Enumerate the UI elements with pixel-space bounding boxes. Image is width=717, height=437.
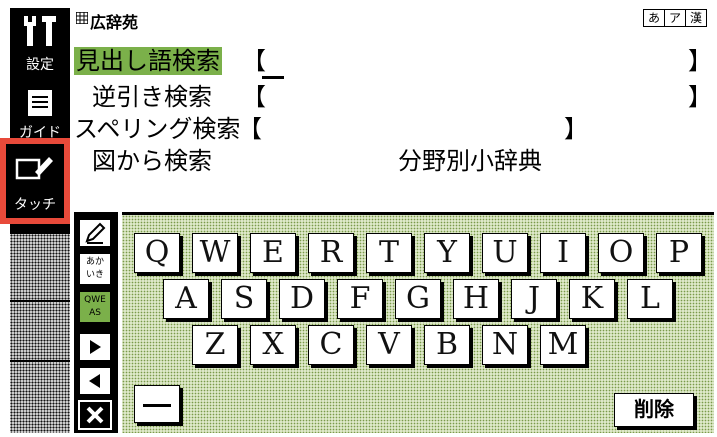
key-m[interactable]: M xyxy=(540,325,586,365)
key-a[interactable]: A xyxy=(163,279,209,319)
sidebar-dither xyxy=(10,234,70,433)
input-bracket-close: 】 xyxy=(564,115,588,143)
key-h[interactable]: H xyxy=(453,279,499,319)
key-i[interactable]: I xyxy=(540,233,586,273)
dictionary-screen: 設定 ガイド タッチ 広辞苑 あ ア 漢 見出し語検索 【 】 逆引き検索 【 … xyxy=(0,0,717,437)
hyphen-bar xyxy=(143,404,171,407)
key-e[interactable]: E xyxy=(250,233,296,273)
reverse-search-label: 逆引き検索 xyxy=(92,83,212,111)
tools-icon xyxy=(24,16,56,46)
close-keyboard-button[interactable] xyxy=(78,400,112,430)
input-bracket-close: 】 xyxy=(688,47,712,75)
headword-search-label: 見出し語検索 xyxy=(74,47,222,75)
input-mode-switch[interactable]: あ ア 漢 xyxy=(643,9,712,27)
menu-item-field-dictionary[interactable]: 分野別小辞典 xyxy=(398,144,542,178)
key-l[interactable]: L xyxy=(627,279,673,319)
key-k[interactable]: K xyxy=(569,279,615,319)
key-s[interactable]: S xyxy=(221,279,267,319)
cursor-right-button[interactable] xyxy=(78,332,112,362)
key-d[interactable]: D xyxy=(279,279,325,319)
document-icon xyxy=(28,90,52,116)
touch-button-inner: タッチ xyxy=(6,144,64,218)
kana-keyboard-label: あかいき xyxy=(85,257,104,280)
input-bracket-open: 【 xyxy=(242,83,266,111)
key-y[interactable]: Y xyxy=(424,233,470,273)
key-t[interactable]: T xyxy=(366,233,412,273)
triangle-left-icon xyxy=(89,374,100,388)
key-v[interactable]: V xyxy=(366,325,412,365)
spelling-search-label: スペリング検索 xyxy=(74,115,241,143)
qwerty-keyboard-label: QWEAS xyxy=(84,295,106,318)
key-z[interactable]: Z xyxy=(192,325,238,365)
input-bracket-open: 【 xyxy=(238,115,262,143)
kanji-mode[interactable]: 漢 xyxy=(685,9,707,27)
key-b[interactable]: B xyxy=(424,325,470,365)
cursor-left-button[interactable] xyxy=(78,366,112,396)
qwerty-keyboard: QWERTYUIOP ASDFGHJKL ZXCVBNM 削除 xyxy=(122,212,714,433)
key-n[interactable]: N xyxy=(482,325,528,365)
key-q[interactable]: Q xyxy=(134,233,180,273)
input-bracket-close: 】 xyxy=(688,83,712,111)
key-j[interactable]: J xyxy=(511,279,557,319)
delete-button[interactable]: 削除 xyxy=(614,393,694,427)
triangle-right-icon xyxy=(90,340,101,354)
menu-item-headword-search[interactable]: 見出し語検索 xyxy=(74,44,222,78)
key-f[interactable]: F xyxy=(337,279,383,319)
settings-label: 設定 xyxy=(26,57,54,73)
divider xyxy=(10,360,70,362)
field-dictionary-label: 分野別小辞典 xyxy=(398,147,542,175)
divider xyxy=(10,300,70,302)
qwerty-keyboard-button[interactable]: QWEAS xyxy=(78,290,112,324)
touch-button[interactable]: タッチ xyxy=(0,138,70,224)
input-bracket-open: 【 xyxy=(242,47,266,75)
figure-search-label: 図から検索 xyxy=(92,147,212,175)
kana-keyboard-button[interactable]: あかいき xyxy=(78,252,112,286)
menu-item-figure-search[interactable]: 図から検索 xyxy=(92,144,212,178)
handwriting-button[interactable] xyxy=(78,218,112,248)
key-w[interactable]: W xyxy=(192,233,238,273)
hiragana-mode[interactable]: あ xyxy=(643,9,665,27)
title-bar: 広辞苑 あ ア 漢 xyxy=(74,8,712,32)
key-r[interactable]: R xyxy=(308,233,354,273)
key-c[interactable]: C xyxy=(308,325,354,365)
text-cursor xyxy=(262,76,284,79)
menu-item-spelling-search[interactable]: スペリング検索 xyxy=(74,112,240,146)
guide-button[interactable]: ガイド xyxy=(10,80,70,146)
key-u[interactable]: U xyxy=(482,233,528,273)
pen-edit-icon xyxy=(15,157,53,180)
menu-item-reverse-search[interactable]: 逆引き検索 xyxy=(92,80,212,114)
pencil-icon xyxy=(85,222,106,244)
search-menu: 見出し語検索 【 】 逆引き検索 【 】 スペリング検索 【 】 図から検索 分… xyxy=(74,30,712,208)
close-icon xyxy=(86,406,104,424)
keyboard-tool-column: あかいき QWEAS xyxy=(74,212,118,433)
settings-button[interactable]: 設定 xyxy=(10,8,70,78)
grid-icon xyxy=(76,12,88,24)
key-hyphen[interactable] xyxy=(134,385,180,423)
key-g[interactable]: G xyxy=(395,279,441,319)
katakana-mode[interactable]: ア xyxy=(664,9,686,27)
key-o[interactable]: O xyxy=(598,233,644,273)
key-x[interactable]: X xyxy=(250,325,296,365)
key-p[interactable]: P xyxy=(656,233,702,273)
touch-label: タッチ xyxy=(14,197,56,213)
